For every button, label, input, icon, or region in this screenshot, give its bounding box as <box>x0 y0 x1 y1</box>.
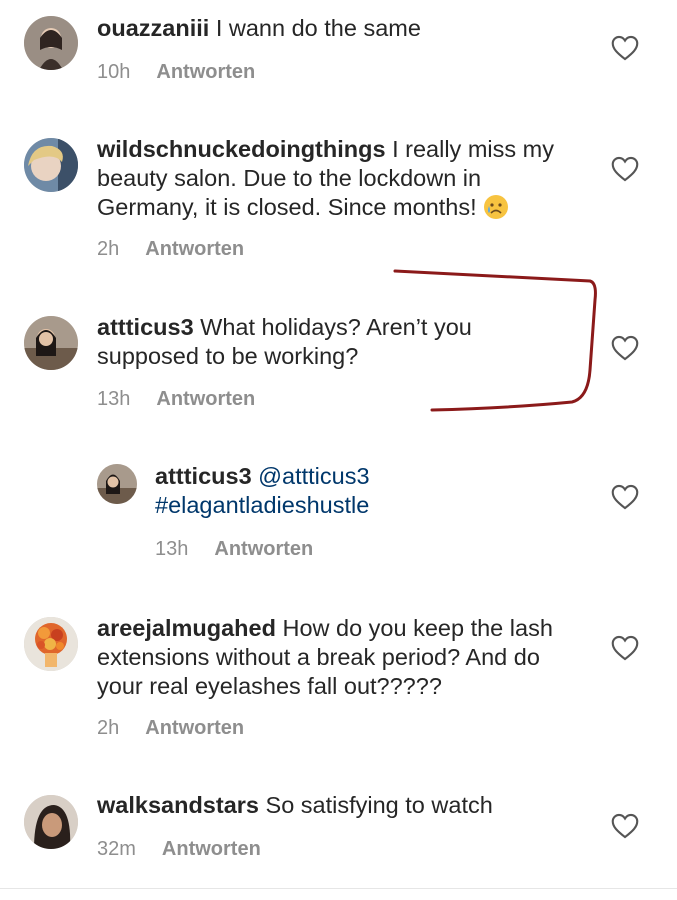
username[interactable]: areejalmugahed <box>97 615 276 641</box>
comment-text: attticus3 @attticus3 #elagantladieshustl… <box>155 462 585 520</box>
comment-meta: 2h Antworten <box>97 717 244 740</box>
comment-text: attticus3 What holidays? Aren’t you supp… <box>97 313 567 371</box>
username[interactable]: attticus3 <box>155 463 252 489</box>
comment-text: walksandstars So satisfying to watch <box>97 791 587 820</box>
heart-outline-icon[interactable] <box>611 35 639 61</box>
timestamp: 13h <box>97 388 131 410</box>
timestamp: 10h <box>97 61 131 83</box>
avatar[interactable] <box>24 16 78 70</box>
comment-text: ouazzaniii I wann do the same <box>97 14 597 43</box>
username[interactable]: ouazzaniii <box>97 15 209 41</box>
timestamp: 13h <box>155 538 189 560</box>
avatar[interactable] <box>24 316 78 370</box>
comment-text: wildschnuckedoingthings I really miss my… <box>97 135 577 222</box>
comment-body: So satisfying to watch <box>258 792 493 818</box>
avatar[interactable] <box>97 464 137 504</box>
reply-button[interactable]: Antworten <box>162 838 261 860</box>
username[interactable]: wildschnuckedoingthings <box>97 136 386 162</box>
sad-face-emoji <box>483 194 509 220</box>
comment-meta: 13h Antworten <box>155 538 313 561</box>
reply-button[interactable]: Antworten <box>156 388 255 410</box>
comment-body: I wann do the same <box>209 15 421 41</box>
comment-meta: 13h Antworten <box>97 388 255 411</box>
comment-meta: 10h Antworten <box>97 61 255 84</box>
avatar[interactable] <box>24 617 78 671</box>
comment-meta: 2h Antworten <box>97 238 244 261</box>
comment-text: areejalmugahed How do you keep the lash … <box>97 614 587 701</box>
reply-button[interactable]: Antworten <box>214 538 313 560</box>
timestamp: 2h <box>97 238 120 260</box>
avatar[interactable] <box>24 138 78 192</box>
timestamp: 32m <box>97 838 136 860</box>
timestamp: 2h <box>97 717 120 739</box>
heart-outline-icon[interactable] <box>611 156 639 182</box>
avatar[interactable] <box>24 795 78 849</box>
reply-button[interactable]: Antworten <box>145 238 244 260</box>
username[interactable]: walksandstars <box>97 792 259 818</box>
divider <box>0 888 677 889</box>
reply-button[interactable]: Antworten <box>156 61 255 83</box>
hashtag-link[interactable]: #elagantladieshustle <box>155 492 369 518</box>
reply-button[interactable]: Antworten <box>145 717 244 739</box>
heart-outline-icon[interactable] <box>611 335 639 361</box>
heart-outline-icon[interactable] <box>611 484 639 510</box>
mention-link[interactable]: @attticus3 <box>252 463 369 489</box>
heart-outline-icon[interactable] <box>611 813 639 839</box>
comment-meta: 32m Antworten <box>97 838 261 861</box>
username[interactable]: attticus3 <box>97 314 194 340</box>
heart-outline-icon[interactable] <box>611 635 639 661</box>
